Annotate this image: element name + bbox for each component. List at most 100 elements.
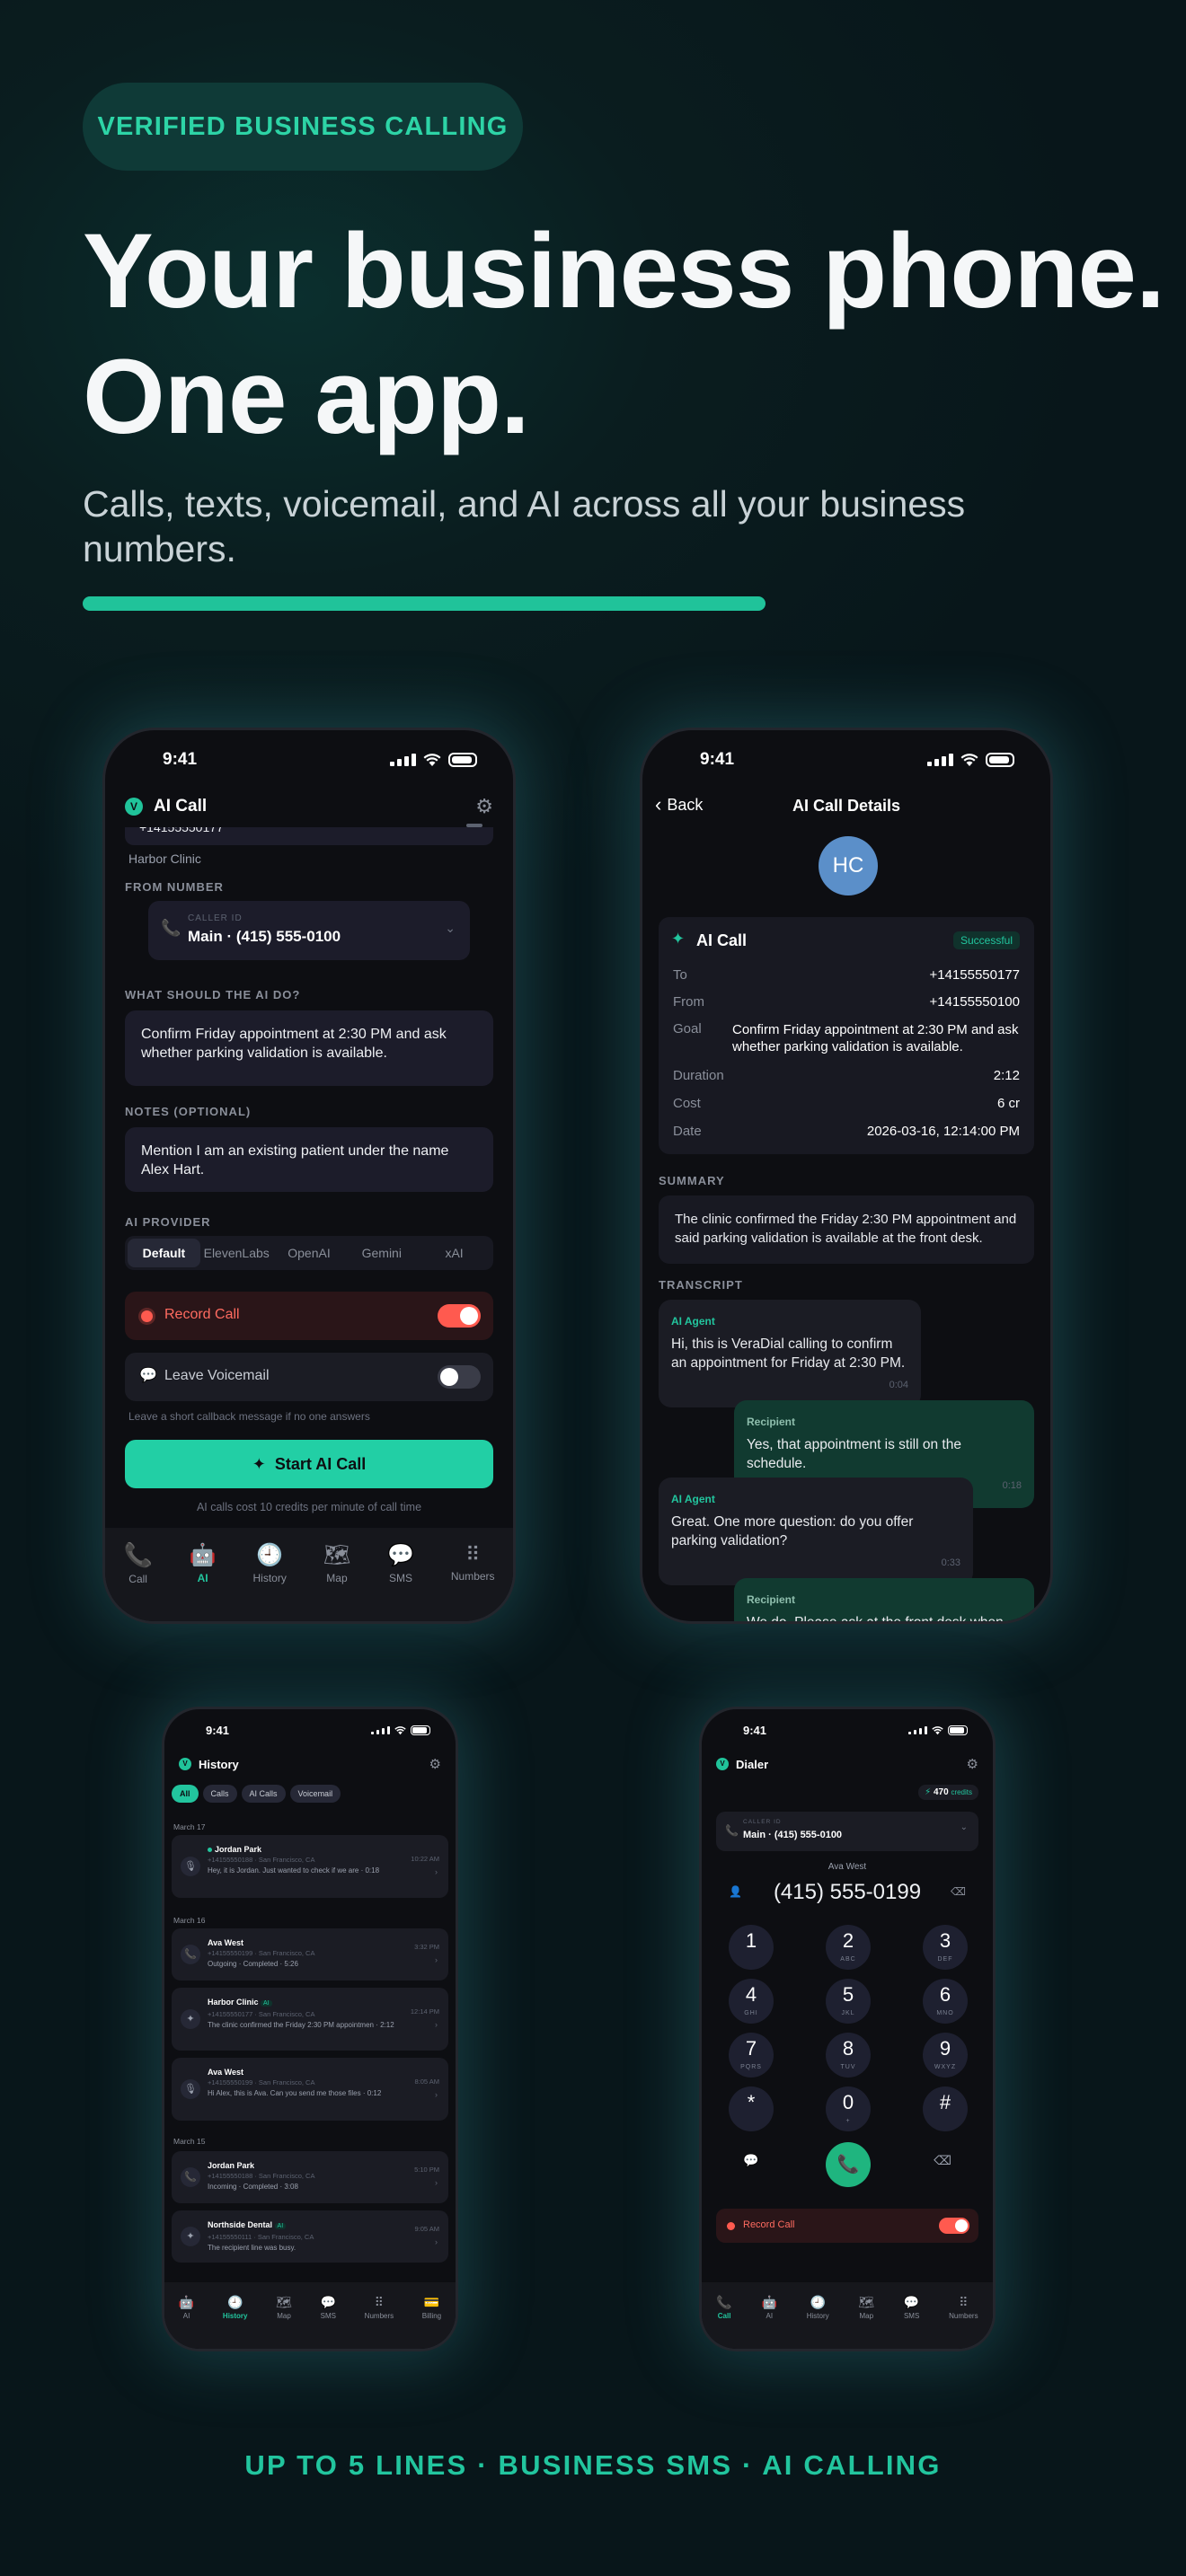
- phone-call-details: 9:41 ‹ Back AI Call Details HC ✦ AI Call…: [640, 728, 1053, 1624]
- headline: Your business phone. One app.: [83, 208, 1165, 460]
- credits-badge[interactable]: ⚡ 470 credits: [918, 1785, 978, 1800]
- gear-icon[interactable]: ⚙: [429, 1756, 441, 1772]
- recipient-field[interactable]: +14155550177: [125, 827, 493, 845]
- provider-segmented: Default ElevenLabs OpenAI Gemini xAI: [125, 1236, 493, 1270]
- gear-icon[interactable]: ⚙: [475, 795, 493, 818]
- key-7[interactable]: 7 PQRS: [729, 2033, 774, 2078]
- filter-ai-calls[interactable]: AI Calls: [241, 1785, 286, 1803]
- key-4[interactable]: 4 GHI: [729, 1979, 774, 2024]
- chevron-right-icon: ›: [435, 2020, 438, 2029]
- backspace-icon[interactable]: ⌫: [951, 1885, 966, 1898]
- row-to: To +14155550177: [673, 967, 1020, 983]
- voicemail-row[interactable]: 💬 Leave Voicemail: [125, 1353, 493, 1401]
- delete-icon[interactable]: ⌫: [934, 2153, 951, 2168]
- date-header: March 17: [173, 1822, 206, 1831]
- contact-name: Ava West: [828, 1862, 867, 1872]
- provider-default[interactable]: Default: [128, 1239, 200, 1267]
- history-row[interactable]: 🎙 Ava West +14155550199 · San Francisco,…: [172, 2058, 448, 2121]
- start-ai-call-button[interactable]: ✦ Start AI Call: [125, 1440, 493, 1488]
- summary-label: SUMMARY: [659, 1174, 725, 1187]
- history-row[interactable]: ✦ Harbor Clinic AI +14155550177 · San Fr…: [172, 1988, 448, 2051]
- chevron-right-icon: ›: [435, 1867, 438, 1876]
- page-title: AI Call: [154, 797, 208, 816]
- tab-map[interactable]: 🗺 Map: [276, 2295, 292, 2320]
- record-call-row[interactable]: Record Call: [125, 1292, 493, 1340]
- provider-label: AI PROVIDER: [125, 1215, 211, 1229]
- filter-voicemail[interactable]: Voicemail: [289, 1785, 341, 1803]
- key-5[interactable]: 5 JKL: [826, 1979, 871, 2024]
- key-6[interactable]: 6 MNO: [923, 1979, 968, 2024]
- tab-bar: 📞 Call 🤖 AI 🕘 History 🗺 Map 💬 SMS ⠿ Numbers: [702, 2282, 993, 2349]
- ai-badge: AI: [261, 2000, 272, 2007]
- key-1[interactable]: 1: [729, 1925, 774, 1970]
- tab-call[interactable]: 📞 Call: [716, 2295, 731, 2320]
- chevron-right-icon: ›: [435, 2237, 438, 2246]
- chevron-down-icon: ⌄: [445, 921, 456, 935]
- caller-id-select[interactable]: 📞 CALLER ID Main · (415) 555-0100 ⌄: [148, 901, 470, 960]
- phone-ai-call: 9:41 V AI Call ⚙ +14155550177 Harbor Cli…: [102, 728, 516, 1624]
- signal-icon: [927, 754, 953, 766]
- provider-elevenlabs[interactable]: ElevenLabs: [200, 1246, 273, 1260]
- subheadline: Calls, texts, voicemail, and AI across a…: [83, 483, 966, 569]
- history-row[interactable]: 📞 Jordan Park +14155550188 · San Francis…: [172, 2151, 448, 2203]
- battery-icon: [948, 1725, 968, 1735]
- key-8[interactable]: 8 TUV: [826, 2033, 871, 2078]
- tab-sms[interactable]: 💬 SMS: [321, 2295, 336, 2320]
- key-3[interactable]: 3 DEF: [923, 1925, 968, 1970]
- signal-icon: [908, 1726, 927, 1734]
- phone-history: 9:41 V History ⚙ All Calls AI Calls Voic…: [162, 1707, 458, 2351]
- history-row[interactable]: 📞 Ava West +14155550199 · San Francisco,…: [172, 1928, 448, 1981]
- start-ai-call-label: Start AI Call: [274, 1454, 367, 1473]
- tab-ai[interactable]: 🤖 AI: [190, 1542, 217, 1584]
- provider-xai[interactable]: xAI: [418, 1246, 491, 1260]
- record-toggle[interactable]: [939, 2218, 969, 2234]
- gear-icon[interactable]: ⚙: [967, 1756, 978, 1772]
- chevron-right-icon: ›: [435, 1955, 438, 1964]
- key-hash[interactable]: #: [923, 2086, 968, 2131]
- tab-history[interactable]: 🕘 History: [807, 2295, 829, 2320]
- verified-badge: VERIFIED BUSINESS CALLING: [83, 83, 523, 171]
- tab-map[interactable]: 🗺 Map: [858, 2295, 874, 2320]
- tab-ai[interactable]: 🤖 AI: [179, 2295, 194, 2320]
- key-2[interactable]: 2 ABC: [826, 1925, 871, 1970]
- tab-numbers[interactable]: ⠿ Numbers: [949, 2295, 978, 2320]
- key-star[interactable]: *: [729, 2086, 774, 2131]
- message-icon[interactable]: 💬: [743, 2153, 758, 2168]
- phone-dialer: 9:41 V Dialer ⚙ ⚡ 470 credits 📞 CALLER I…: [699, 1707, 996, 2351]
- task-textarea[interactable]: Confirm Friday appointment at 2:30 PM an…: [125, 1010, 493, 1086]
- provider-gemini[interactable]: Gemini: [345, 1246, 418, 1260]
- transcript-bubble-recipient: Recipient We do. Please ask at the front…: [734, 1578, 1034, 1621]
- filter-all[interactable]: All: [172, 1785, 199, 1803]
- record-toggle[interactable]: [438, 1304, 481, 1328]
- keypad-icon: ⠿: [465, 1543, 481, 1566]
- notes-textarea[interactable]: Mention I am an existing patient under t…: [125, 1127, 493, 1192]
- tab-numbers[interactable]: ⠿ Numbers: [365, 2295, 394, 2320]
- tab-sms[interactable]: 💬 SMS: [387, 1542, 414, 1584]
- filter-calls[interactable]: Calls: [202, 1785, 237, 1803]
- voicemail-icon: 🎙: [181, 1857, 200, 1876]
- tab-sms[interactable]: 💬 SMS: [904, 2295, 919, 2320]
- provider-openai[interactable]: OpenAI: [273, 1246, 346, 1260]
- call-button[interactable]: 📞: [826, 2142, 871, 2187]
- tab-map[interactable]: 🗺 Map: [323, 1542, 350, 1584]
- tab-history[interactable]: 🕘 History: [252, 1542, 286, 1584]
- chevron-down-icon: ⌄: [960, 1822, 968, 1832]
- summary-text: The clinic confirmed the Friday 2:30 PM …: [675, 1212, 1017, 1246]
- tab-history[interactable]: 🕘 History: [223, 2295, 248, 2320]
- key-9[interactable]: 9 WXYZ: [923, 2033, 968, 2078]
- keypad-icon: ⠿: [374, 2295, 385, 2309]
- voicemail-hint: Leave a short callback message if no one…: [128, 1410, 370, 1423]
- history-row[interactable]: 🎙 Jordan Park +14155550188 · San Francis…: [172, 1835, 448, 1898]
- caller-id-select[interactable]: 📞 CALLER ID Main · (415) 555-0100 ⌄: [716, 1812, 978, 1851]
- tab-call[interactable]: 📞 Call: [123, 1541, 152, 1585]
- tab-billing[interactable]: 💳 Billing: [422, 2295, 441, 2320]
- key-0[interactable]: 0 +: [826, 2086, 871, 2131]
- dialed-number: (415) 555-0199: [773, 1880, 922, 1904]
- wifi-icon: [423, 753, 441, 766]
- tab-ai[interactable]: 🤖 AI: [762, 2295, 777, 2320]
- history-row[interactable]: ✦ Northside Dental AI +14155550111 · San…: [172, 2210, 448, 2263]
- voicemail-toggle[interactable]: [438, 1365, 481, 1389]
- record-call-row[interactable]: Record Call: [716, 2209, 978, 2243]
- tab-numbers[interactable]: ⠿ Numbers: [451, 1543, 495, 1583]
- signal-icon: [371, 1726, 390, 1734]
